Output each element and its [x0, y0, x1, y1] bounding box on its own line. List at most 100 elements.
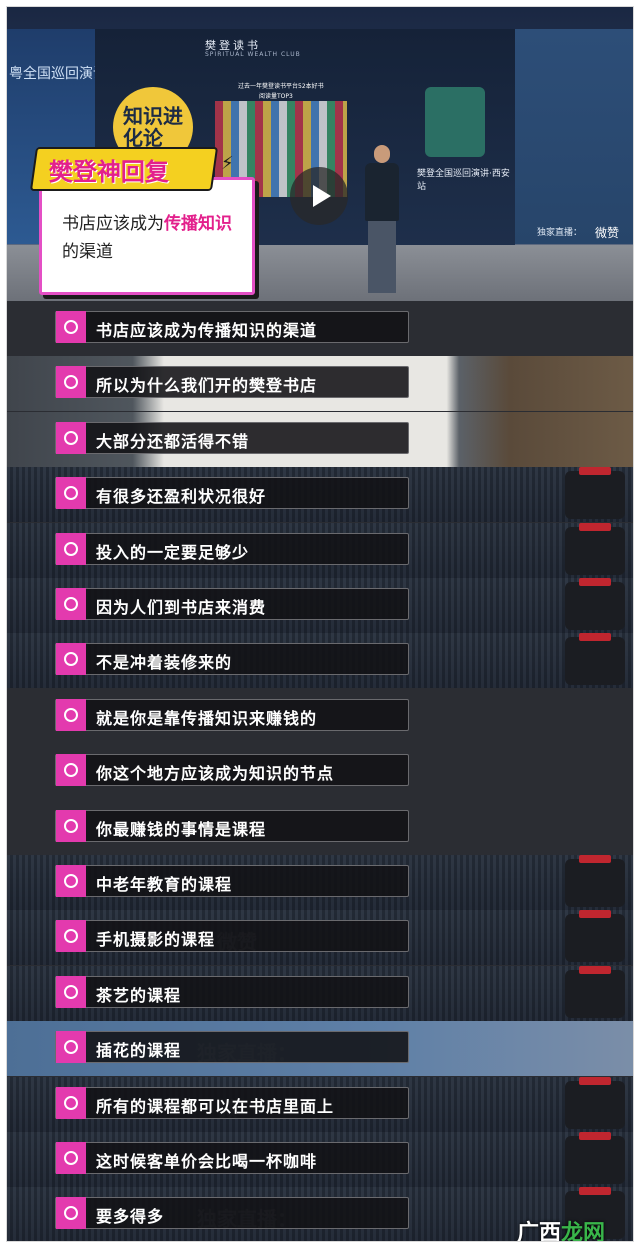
subtitle-text: 插花的课程 — [96, 1041, 182, 1061]
circle-icon — [64, 486, 78, 501]
subtitle-box: 你最赚钱的事情是课程 — [55, 809, 409, 842]
circle-icon — [64, 597, 78, 611]
bullet-icon — [56, 311, 86, 343]
subtitle-box: 中老年教育的课程 — [55, 865, 409, 897]
video-player[interactable]: 粤全国巡回演讲 樊登读书 SPIRITUAL WEALTH CLUB 过去一年樊… — [7, 7, 633, 301]
camera-equipment-top — [579, 467, 611, 476]
camera-equipment — [565, 859, 625, 907]
screen-headline-2: 阅读量TOP3 — [259, 93, 293, 100]
bullet-icon — [56, 588, 86, 620]
logo-text: 知识进化论 — [123, 104, 183, 150]
subtitle-strip: 茶艺的课程 — [7, 965, 633, 1021]
answer-card: 书店应该成为传播知识的渠道 — [39, 177, 255, 295]
left-banner-text: 粤全国巡回演讲 — [9, 66, 107, 82]
bullet-icon — [56, 477, 86, 510]
circle-icon — [64, 818, 78, 833]
play-icon — [313, 185, 331, 207]
screenshot-frame: 粤全国巡回演讲 樊登读书 SPIRITUAL WEALTH CLUB 过去一年樊… — [6, 6, 634, 1242]
circle-icon — [64, 1095, 78, 1110]
circle-icon — [64, 763, 78, 778]
subtitle-strip: 大部分还都活得不错 — [7, 411, 633, 467]
subtitle-text: 所有的课程都可以在书店里面上 — [96, 1096, 335, 1116]
camera-equipment — [565, 471, 625, 520]
subtitle-box: 插花的课程 — [55, 1031, 409, 1064]
subtitle-box: 有很多还盈利状况很好 — [55, 477, 409, 510]
camera-equipment-top — [579, 855, 611, 863]
spark-lines-icon: ⚡ — [221, 153, 234, 174]
subtitle-strip: 微赞直播有很多还盈利状况很好 — [7, 467, 633, 523]
subtitle-strip: 你这个地方应该成为知识的节点 — [7, 744, 633, 800]
subtitle-text: 投入的一定要足够少 — [96, 542, 250, 562]
subtitle-text: 有很多还盈利状况很好 — [96, 487, 267, 507]
camera-equipment-top — [579, 965, 611, 974]
subtitle-box: 投入的一定要足够少 — [55, 532, 409, 565]
camera-equipment — [565, 1080, 625, 1129]
play-button[interactable] — [290, 167, 348, 225]
camera-equipment — [565, 637, 625, 686]
weizan-logo: 微赞 — [595, 226, 620, 240]
bullet-icon — [56, 1031, 86, 1064]
circle-icon — [64, 375, 78, 390]
camera-equipment — [565, 914, 625, 963]
subtitle-strip: 因为人们到书店来消费 — [7, 578, 633, 633]
subtitle-strip: 微赞手机摄影的课程 — [7, 910, 633, 966]
subtitle-text: 就是你是靠传播知识来赚钱的 — [96, 708, 318, 728]
subtitle-text: 因为人们到书店来消费 — [96, 598, 267, 617]
camera-equipment-top — [579, 578, 611, 586]
subtitle-box: 因为人们到书店来消费 — [55, 588, 409, 620]
bullet-icon — [56, 643, 86, 676]
subtitle-text: 所以为什么我们开的樊登书店 — [96, 376, 318, 396]
camera-equipment-top — [579, 522, 611, 531]
right-stage-banner: 独家直播： 微赞 — [515, 29, 633, 244]
subtitle-text: 茶艺的课程 — [96, 985, 182, 1005]
camera-equipment — [565, 582, 625, 630]
bullet-icon — [56, 920, 86, 953]
subtitle-box: 这时候客单价会比喝一杯咖啡 — [55, 1142, 409, 1174]
subtitle-strip: 独家直播：插花的课程 — [7, 1021, 633, 1077]
subtitle-box: 书店应该成为传播知识的渠道 — [55, 311, 409, 343]
circle-icon — [64, 929, 78, 944]
subtitle-box: 所以为什么我们开的樊登书店 — [55, 366, 409, 399]
circle-icon — [64, 707, 78, 722]
screen-headline: 过去一年樊登读书平台52本好书 — [238, 83, 324, 90]
bullet-icon — [56, 809, 86, 842]
subtitle-box: 所有的课程都可以在书店里面上 — [55, 1086, 409, 1119]
subtitle-strip: 微所有的课程都可以在书店里面上 — [7, 1076, 633, 1132]
subtitle-text: 你这个地方应该成为知识的节点 — [96, 764, 335, 784]
subtitle-box: 要多得多 — [55, 1197, 409, 1230]
camera-equipment — [565, 1136, 625, 1184]
screen-caption: 樊登全国巡回演讲·西安站 — [417, 169, 510, 192]
bullet-icon — [56, 1142, 86, 1174]
speaker-legs — [368, 221, 396, 293]
subtitle-strip: 你最赚钱的事情是课程 — [7, 799, 633, 855]
circle-icon — [64, 874, 78, 888]
bullet-icon — [56, 698, 86, 731]
bullet-icon — [56, 532, 86, 565]
subtitle-strip: 书店应该成为传播知识的渠道 — [7, 301, 633, 356]
subtitle-box: 大部分还都活得不错 — [55, 421, 409, 454]
camera-equipment-top — [579, 633, 611, 642]
circle-icon — [64, 984, 78, 999]
subtitle-box: 不是冲着装修来的 — [55, 643, 409, 676]
camera-equipment — [565, 526, 625, 575]
circle-icon — [64, 1040, 78, 1055]
subtitle-strip: 就是你是靠传播知识来赚钱的 — [7, 688, 633, 744]
circle-icon — [64, 541, 78, 556]
subtitle-text: 要多得多 — [96, 1207, 165, 1227]
camera-equipment-top — [579, 1187, 611, 1196]
circle-icon — [64, 430, 78, 445]
answer-card-text: 书店应该成为传播知识的渠道 — [62, 210, 242, 266]
circle-icon — [64, 1151, 78, 1165]
circle-icon — [64, 1206, 78, 1221]
bullet-icon — [56, 1197, 86, 1230]
live-label: 独家直播： — [537, 228, 583, 238]
screen-brand-sub: SPIRITUAL WEALTH CLUB — [205, 51, 301, 58]
speaker-body — [365, 163, 399, 221]
host-portrait — [425, 87, 485, 157]
bullet-icon — [56, 366, 86, 399]
subtitle-text: 书店应该成为传播知识的渠道 — [96, 321, 318, 340]
site-watermark: 广西龙网 — [517, 1215, 605, 1241]
bullet-icon — [56, 421, 86, 454]
speaker-head — [374, 145, 390, 163]
subtitle-strip: 所以为什么我们开的樊登书店 — [7, 356, 633, 412]
